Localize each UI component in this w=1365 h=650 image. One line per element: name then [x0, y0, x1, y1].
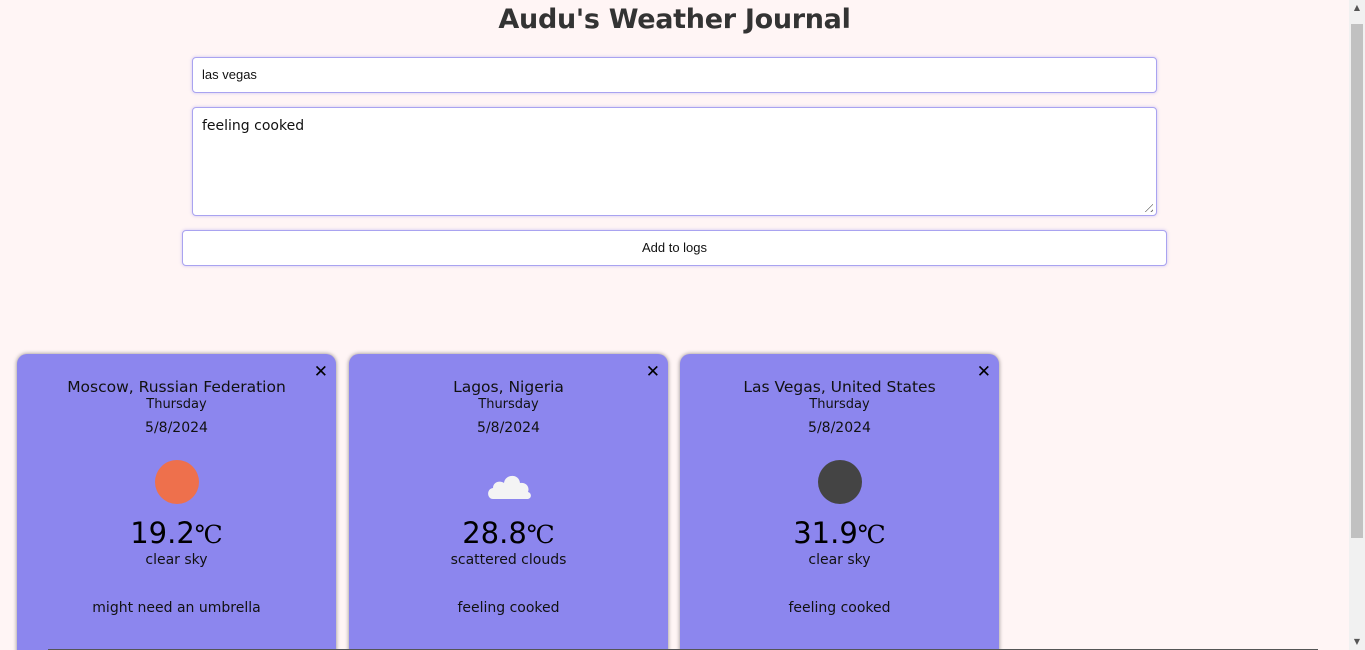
card-note: feeling cooked: [788, 600, 891, 616]
card-city: Las Vegas, United States: [743, 378, 936, 396]
temperature-unit: ℃: [857, 520, 886, 549]
card-note: might need an umbrella: [92, 600, 261, 616]
sun-icon: [154, 460, 199, 504]
page-title: Audu's Weather Journal: [498, 4, 851, 35]
temperature-value: 19.2: [130, 516, 195, 550]
resize-handle-icon[interactable]: [1141, 200, 1153, 212]
card-city: Moscow, Russian Federation: [67, 378, 286, 396]
card-day: Thursday: [809, 397, 870, 412]
temperature-unit: ℃: [526, 520, 555, 549]
temperature-value: 28.8: [462, 516, 527, 550]
weather-card: ✕ Lagos, Nigeria Thursday 5/8/2024 28.8℃…: [349, 354, 668, 650]
scroll-down-icon[interactable]: ▼: [1349, 634, 1365, 650]
temperature-value: 31.9: [793, 516, 858, 550]
card-day: Thursday: [478, 397, 539, 412]
card-description: scattered clouds: [450, 552, 567, 568]
card-note: feeling cooked: [457, 600, 560, 616]
card-temperature: 28.8℃: [349, 516, 668, 550]
add-to-logs-button[interactable]: Add to logs: [182, 230, 1167, 266]
card-description: clear sky: [145, 552, 208, 568]
card-date: 5/8/2024: [145, 420, 208, 436]
card-description: clear sky: [808, 552, 871, 568]
card-date: 5/8/2024: [477, 420, 540, 436]
cloud-icon: [487, 475, 531, 499]
note-textarea[interactable]: feeling cooked: [192, 107, 1157, 216]
card-date: 5/8/2024: [808, 420, 871, 436]
weather-card: ✕ Las Vegas, United States Thursday 5/8/…: [680, 354, 999, 650]
page: Audu's Weather Journal las vegas feeling…: [0, 0, 1349, 650]
moon-icon: [817, 460, 862, 504]
scrollbar-thumb[interactable]: [1351, 24, 1363, 538]
card-city: Lagos, Nigeria: [453, 378, 564, 396]
card-temperature: 19.2℃: [17, 516, 336, 550]
note-text: feeling cooked: [202, 118, 305, 134]
scrollbar[interactable]: ▲ ▼: [1349, 0, 1365, 650]
card-day: Thursday: [146, 397, 207, 412]
scroll-up-icon[interactable]: ▲: [1349, 0, 1365, 16]
card-temperature: 31.9℃: [680, 516, 999, 550]
temperature-unit: ℃: [194, 520, 223, 549]
weather-card: ✕ Moscow, Russian Federation Thursday 5/…: [17, 354, 336, 650]
city-input[interactable]: las vegas: [192, 57, 1157, 93]
